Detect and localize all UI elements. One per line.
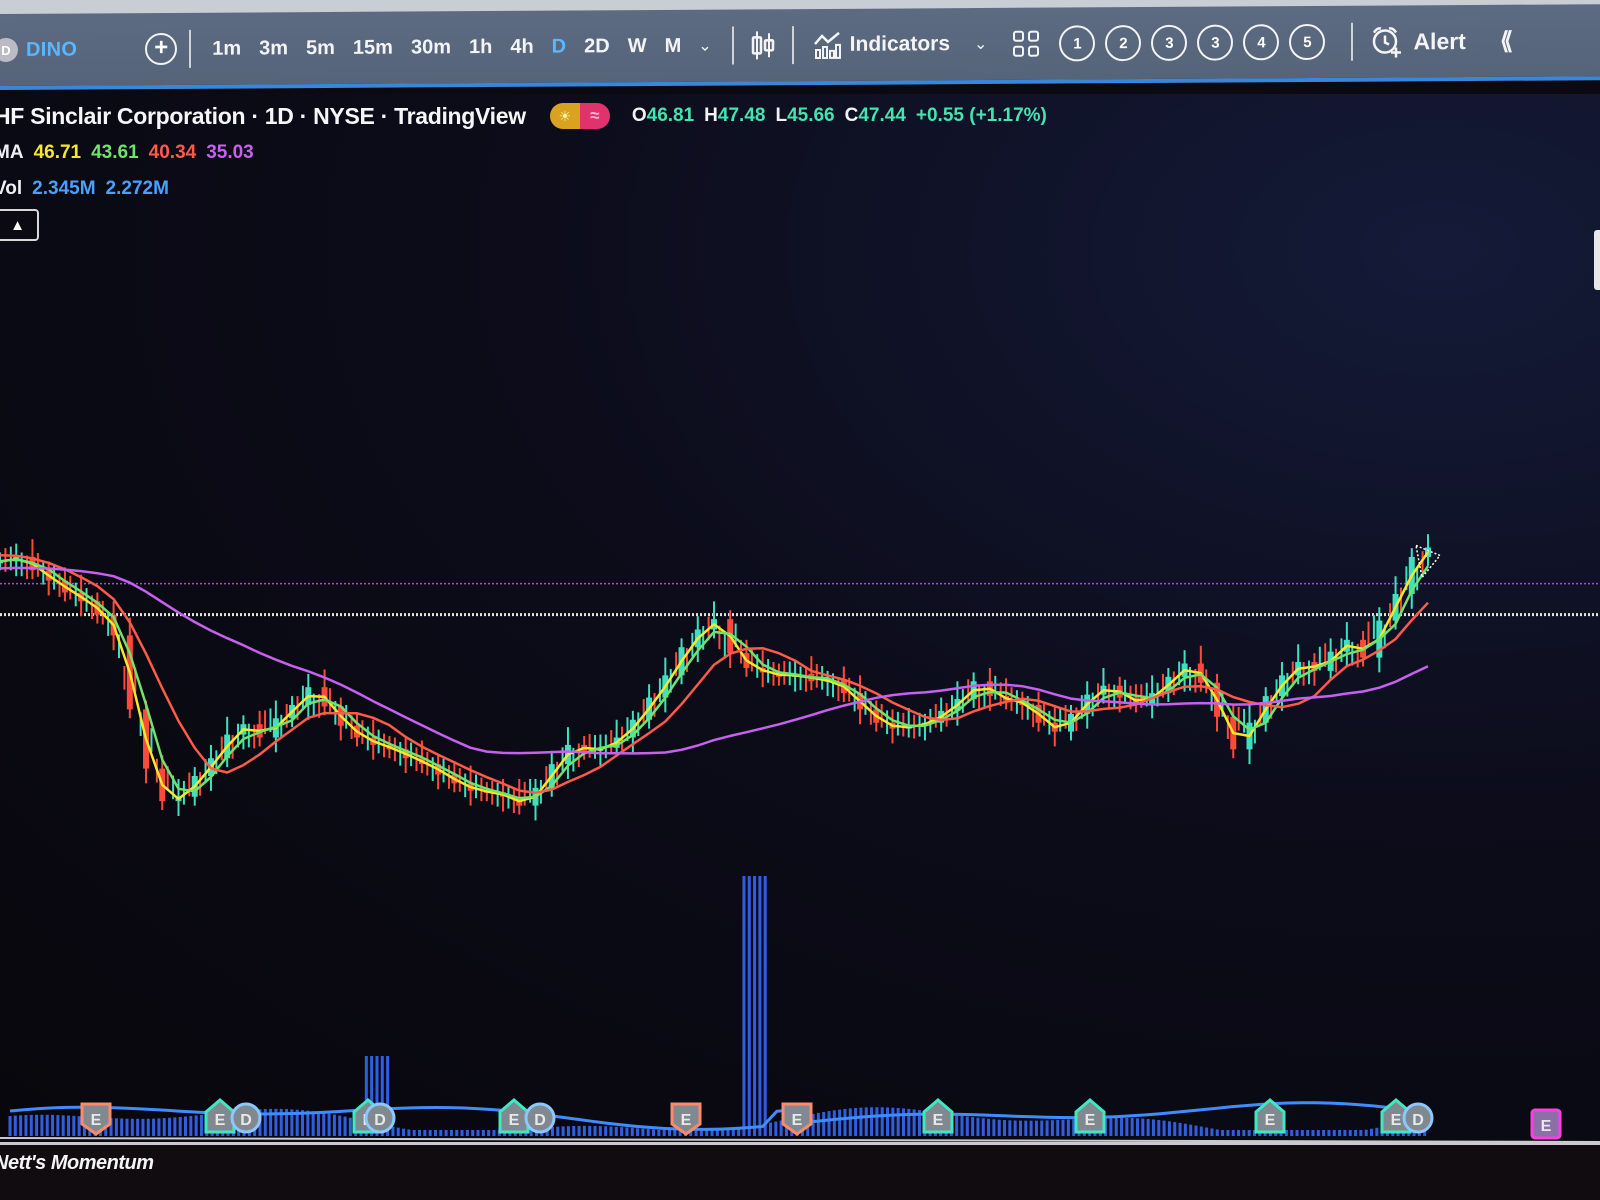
market-status-badge[interactable]: ☀ ≈ xyxy=(549,103,610,129)
chart-legend: HF Sinclair Corporation · 1D · NYSE · Tr… xyxy=(0,98,1047,206)
chevron-up-icon: ▲ xyxy=(10,216,25,234)
right-scroll-handle[interactable] xyxy=(1594,230,1600,290)
ohlc-change: +0.55 (+1.17%) xyxy=(915,105,1047,126)
ohlc-low: L45.66 xyxy=(775,105,835,126)
momentum-indicator-label: Nett's Momentum xyxy=(0,1152,154,1174)
event-label: E xyxy=(215,1112,226,1129)
event-label: E xyxy=(91,1112,102,1129)
sun-icon: ☀ xyxy=(549,103,580,129)
ma-value-3: 40.34 xyxy=(148,142,197,163)
ohlc-close: C47.44 xyxy=(844,105,906,126)
momentum-indicator-pane[interactable] xyxy=(0,1142,1600,1200)
ohlc-high: H47.48 xyxy=(704,105,766,126)
event-label: D xyxy=(374,1112,386,1129)
ma-value-2: 43.61 xyxy=(91,142,139,163)
ohlc-readout: O46.81 H47.48 L45.66 C47.44 +0.55 (+1.17… xyxy=(632,105,1047,127)
chart-title: HF Sinclair Corporation · 1D · NYSE · Tr… xyxy=(0,102,526,129)
event-label: E xyxy=(792,1112,803,1129)
ma-value-1: 46.71 xyxy=(33,142,82,163)
wave-icon: ≈ xyxy=(579,103,610,129)
event-label: E xyxy=(1391,1112,1402,1129)
event-label: D xyxy=(534,1112,546,1129)
ma-fast-line xyxy=(0,551,1430,803)
event-label: E xyxy=(509,1112,520,1129)
ma-value-4: 35.03 xyxy=(206,142,254,163)
event-label: D xyxy=(240,1112,252,1129)
event-label: E xyxy=(1541,1118,1552,1135)
event-label: E xyxy=(1085,1112,1096,1129)
ma-legend-row[interactable]: MA 46.71 43.61 40.34 35.03 xyxy=(0,136,1047,170)
vol-value-1: 2.345M xyxy=(32,178,96,199)
ohlc-open: O46.81 xyxy=(631,105,695,126)
ma-label: MA xyxy=(0,142,24,163)
event-label: E xyxy=(681,1112,692,1129)
event-label: E xyxy=(1265,1112,1276,1129)
ma-slow-line xyxy=(0,553,1429,795)
vol-legend-row[interactable]: Vol 2.345M 2.272M xyxy=(0,172,1047,206)
vol-value-2: 2.272M xyxy=(105,178,169,199)
vol-label: Vol xyxy=(0,178,23,199)
ma-long-line xyxy=(0,566,1429,755)
event-label: E xyxy=(933,1112,944,1129)
collapse-legend-button[interactable]: ▲ xyxy=(0,209,39,241)
event-label: D xyxy=(1412,1112,1424,1129)
